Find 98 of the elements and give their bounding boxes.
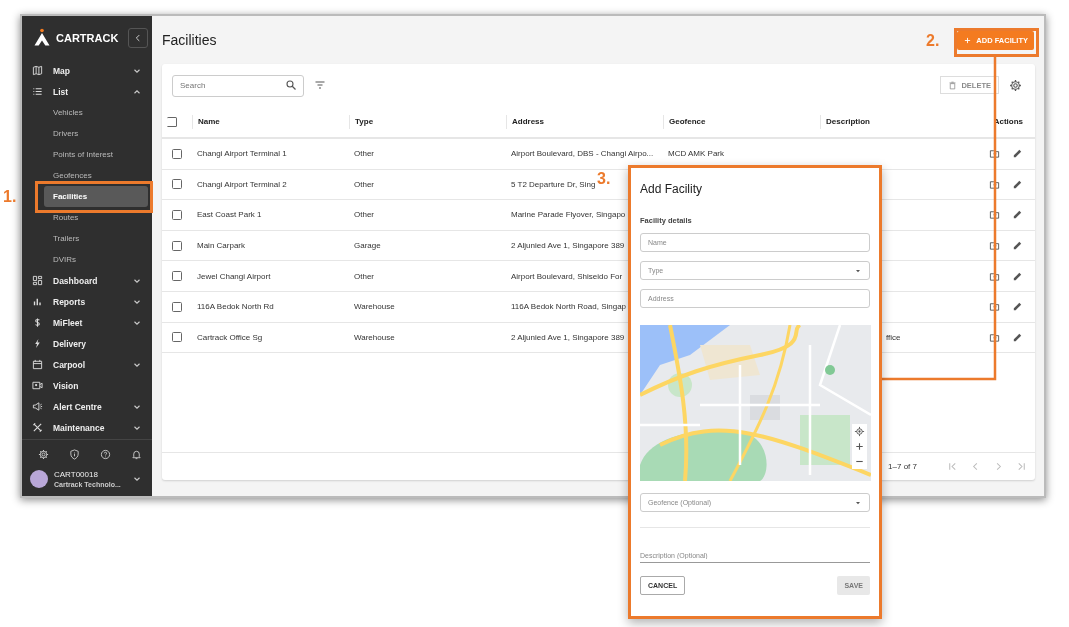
nav-subitem[interactable]: Vehicles [44, 102, 148, 123]
step-number: 2. [926, 32, 940, 50]
user-name: CART00018 [54, 470, 99, 479]
table-cell: Other [354, 271, 374, 281]
calendar-icon [32, 359, 43, 370]
table-cell: Main Carpark [197, 241, 245, 251]
table-cell: MCD AMK Park [668, 149, 724, 159]
nav-item[interactable]: Carpool [22, 354, 152, 375]
nav-item[interactable]: MiFleet [22, 312, 152, 333]
folder-pin-icon[interactable] [989, 209, 1000, 221]
checkbox[interactable] [172, 301, 182, 312]
checkbox[interactable] [172, 240, 182, 251]
checkbox[interactable] [172, 271, 182, 282]
page-title: Facilities [162, 32, 217, 48]
folder-pin-icon[interactable] [989, 301, 1000, 313]
nav-item[interactable]: List [22, 81, 152, 102]
edit-icon[interactable] [1012, 209, 1023, 221]
edit-icon[interactable] [1012, 178, 1023, 190]
table-cell: 116A Bedok North Rd [197, 302, 274, 312]
table-cell: Jewel Changi Airport [197, 271, 271, 281]
settings-icon[interactable] [1009, 78, 1022, 92]
dialog-title: Add Facility [640, 182, 704, 196]
logo-text: CARTRACK [56, 32, 120, 44]
column-header[interactable]: Name [192, 114, 220, 129]
folder-pin-icon[interactable] [989, 240, 1000, 252]
table-cell: Other [354, 210, 374, 220]
plus-icon [963, 35, 973, 45]
locate-icon[interactable] [852, 424, 867, 439]
nav-subitem[interactable]: Trailers [44, 228, 148, 249]
list-icon [32, 86, 43, 97]
nav-item[interactable]: Delivery [22, 333, 152, 354]
checkbox[interactable] [167, 116, 177, 127]
nav-item[interactable]: Maintenance [22, 417, 152, 438]
checkbox[interactable] [172, 332, 182, 343]
column-header[interactable]: Description [820, 114, 870, 129]
video-icon [32, 380, 43, 391]
folder-pin-icon[interactable] [989, 270, 1000, 282]
table-cell: ffice [886, 332, 901, 342]
folder-pin-icon[interactable] [989, 178, 1000, 190]
nav-subitem[interactable]: Geofences [44, 165, 148, 186]
table-cell: Changi Airport Terminal 1 [197, 149, 287, 159]
avatar [30, 470, 48, 488]
checkbox[interactable] [172, 210, 182, 220]
nav-subitem[interactable]: Points of Interest [44, 144, 148, 165]
table-cell: 5 T2 Departure Dr, Sing [511, 179, 596, 189]
step-number: 3. [597, 170, 611, 188]
edit-icon[interactable] [1012, 331, 1023, 343]
table-cell: Cartrack Office Sg [197, 332, 263, 342]
edit-icon[interactable] [1012, 148, 1023, 160]
bell-icon[interactable] [131, 449, 142, 460]
search-field[interactable]: Search [172, 74, 304, 97]
nav-item[interactable]: Vision [22, 375, 152, 396]
edit-icon[interactable] [1012, 270, 1023, 282]
column-header[interactable]: Type [349, 114, 374, 129]
table-cell: Other [354, 179, 374, 189]
grid-icon [32, 275, 43, 286]
folder-pin-icon[interactable] [989, 148, 1000, 160]
folder-pin-icon[interactable] [989, 331, 1000, 343]
nav-subitem[interactable]: DVIRs [44, 249, 148, 270]
nav-item[interactable]: Reports [22, 291, 152, 312]
table-cell: Marine Parade Flyover, Singapo [511, 210, 626, 220]
page-range: 1–7 of 7 [888, 462, 917, 471]
shield-icon[interactable] [69, 449, 80, 460]
nav-item[interactable]: Dashboard [22, 270, 152, 291]
logo-icon [32, 28, 52, 48]
column-header[interactable]: Geofence [663, 114, 706, 129]
table-cell: Warehouse [354, 302, 395, 312]
map-icon [32, 65, 43, 76]
dollar-icon [32, 317, 43, 328]
table-cell: Changi Airport Terminal 2 [197, 179, 287, 189]
step-number: 1. [3, 188, 17, 206]
nav-item[interactable]: Map [22, 60, 152, 81]
checkbox[interactable] [172, 179, 182, 190]
zoom-out-icon[interactable] [852, 454, 867, 469]
tools-icon [32, 422, 43, 433]
table-cell: Airport Boulevard, DBS - Changi Airpo... [511, 149, 654, 159]
nav-subitem[interactable]: Routes [44, 207, 148, 228]
nav-subitem[interactable]: Drivers [44, 123, 148, 144]
chevron-left-icon [133, 33, 143, 43]
nav-item[interactable]: Alert Centre [22, 396, 152, 417]
column-header[interactable]: Address [506, 114, 544, 129]
trash-icon [948, 80, 958, 90]
table-cell: 2 Aljunied Ave 1, Singapore 389 [511, 332, 625, 342]
table-cell: Warehouse [354, 332, 395, 342]
help-icon[interactable] [100, 449, 111, 460]
search-icon [285, 79, 297, 91]
table-cell: East Coast Park 1 [197, 210, 262, 220]
edit-icon[interactable] [1012, 301, 1023, 313]
megaphone-icon [32, 401, 43, 412]
table-cell: 2 Aljunied Ave 1, Singapore 389 [511, 241, 625, 251]
checkbox[interactable] [172, 148, 182, 159]
table-cell: Other [354, 149, 374, 159]
table-cell: 116A Bedok North Road, Singap [511, 302, 627, 312]
table-cell: Airport Boulevard, Shiseido For [511, 271, 623, 281]
table-cell: Garage [354, 241, 381, 251]
nav-subitem[interactable]: Facilities [44, 186, 148, 207]
bar-chart-icon [32, 296, 43, 307]
edit-icon[interactable] [1012, 240, 1023, 252]
